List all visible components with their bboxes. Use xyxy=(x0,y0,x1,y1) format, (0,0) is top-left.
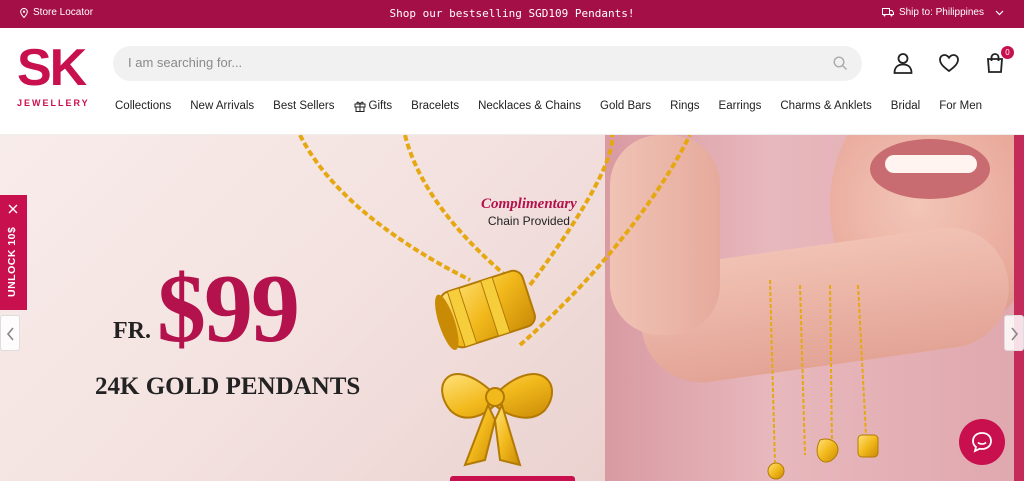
nav-bridal[interactable]: Bridal xyxy=(891,100,920,112)
nav-collections[interactable]: Collections xyxy=(115,100,171,112)
chevron-down-icon xyxy=(995,10,1004,15)
chevron-right-icon xyxy=(1011,327,1019,341)
account-button[interactable] xyxy=(892,52,914,74)
search-icon[interactable] xyxy=(833,56,848,71)
logo-brand: SK xyxy=(17,39,87,97)
nav-label: Charms & Anklets xyxy=(780,100,872,112)
nav-label: Bridal xyxy=(890,100,921,112)
nav-label: Gold Bars xyxy=(600,100,652,112)
nav-gold-bars[interactable]: Gold Bars xyxy=(600,100,651,112)
hero-price: FR. $99 xyxy=(113,255,300,363)
gift-icon xyxy=(354,101,366,112)
ship-to-label: Ship to: Philippines xyxy=(898,7,984,18)
unlock-discount-tab[interactable]: UNLOCK 10$ xyxy=(0,195,27,310)
nav-bracelets[interactable]: Bracelets xyxy=(411,100,459,112)
site-header: SK JEWELLERY 0 Collections New Arrivals … xyxy=(0,28,1024,135)
truck-icon xyxy=(881,8,894,17)
hero-banner[interactable]: Complimentary Chain Provided FR. $99 24K… xyxy=(0,135,1024,481)
nav-label: New Arrivals xyxy=(190,100,255,112)
complimentary-chain-text: Complimentary Chain Provided xyxy=(481,196,577,228)
nav-necklaces-chains[interactable]: Necklaces & Chains xyxy=(478,100,581,112)
nav-gifts[interactable]: Gifts xyxy=(354,100,393,112)
chat-bubble-icon xyxy=(972,432,992,453)
nav-label: Earrings xyxy=(718,100,762,112)
search-input[interactable] xyxy=(128,55,808,70)
wishlist-button[interactable] xyxy=(938,52,960,74)
nav-new-arrivals[interactable]: New Arrivals xyxy=(190,100,254,112)
live-chat-button[interactable] xyxy=(959,419,1005,465)
carousel-prev-button[interactable] xyxy=(0,315,20,351)
bottom-cta-tab[interactable] xyxy=(450,476,575,481)
search-bar[interactable] xyxy=(113,46,862,81)
user-icon xyxy=(893,53,913,74)
price-prefix: FR. xyxy=(113,318,151,344)
price-amount: $99 xyxy=(157,255,300,363)
nav-label: For Men xyxy=(939,100,983,112)
nav-label: Necklaces & Chains xyxy=(478,100,581,112)
heart-icon xyxy=(939,54,959,73)
chain-provided-label: Chain Provided xyxy=(487,214,570,228)
nav-label: Rings xyxy=(670,100,700,112)
nav-for-men[interactable]: For Men xyxy=(939,100,982,112)
main-navigation: Collections New Arrivals Best Sellers Gi… xyxy=(115,100,982,112)
nav-label: Collections xyxy=(115,100,172,112)
sk-jewellery-logo[interactable]: SK JEWELLERY xyxy=(17,42,97,112)
nav-charms-anklets[interactable]: Charms & Anklets xyxy=(780,100,871,112)
hero-subtitle: 24K GOLD PENDANTS xyxy=(95,373,361,400)
ship-to-selector[interactable]: Ship to: Philippines xyxy=(881,7,1004,18)
unlock-label: UNLOCK 10$ xyxy=(6,226,18,297)
nav-earrings[interactable]: Earrings xyxy=(719,100,762,112)
carousel-next-button[interactable] xyxy=(1004,315,1024,351)
nav-best-sellers[interactable]: Best Sellers xyxy=(273,100,334,112)
header-icons: 0 xyxy=(892,46,1014,74)
cart-button[interactable]: 0 xyxy=(984,46,1014,74)
promo-text[interactable]: Shop our bestselling SGD109 Pendants! xyxy=(0,7,1024,20)
complimentary-label: Complimentary xyxy=(481,196,577,212)
logo-subtitle: JEWELLERY xyxy=(17,98,90,108)
cart-count-badge: 0 xyxy=(1001,46,1014,59)
chevron-left-icon xyxy=(6,327,14,341)
nav-label: Bracelets xyxy=(411,100,460,112)
nav-rings[interactable]: Rings xyxy=(670,100,699,112)
close-icon[interactable] xyxy=(8,204,18,214)
nav-label: Best Sellers xyxy=(273,100,335,112)
nav-label: Gifts xyxy=(368,100,393,112)
top-announcement-bar: Store Locator Shop our bestselling SGD10… xyxy=(0,0,1024,28)
